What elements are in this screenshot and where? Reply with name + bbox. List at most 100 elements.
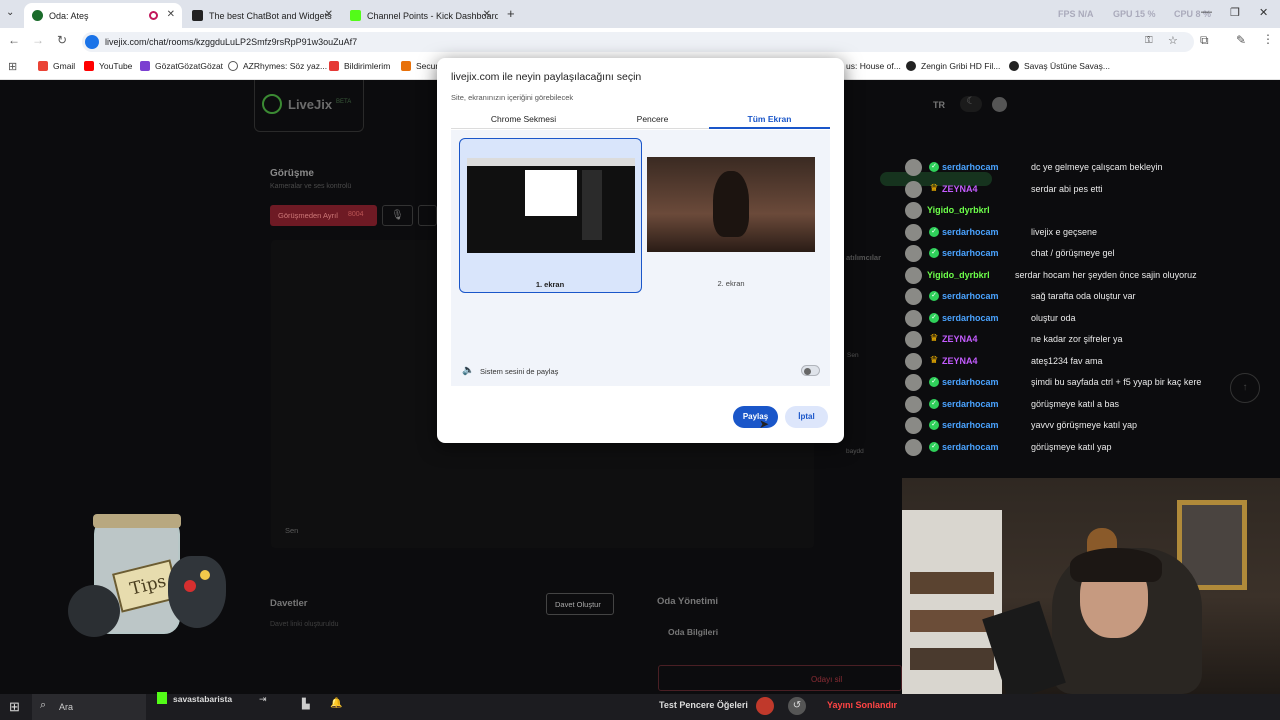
chat-username[interactable]: serdarhocam (942, 377, 999, 387)
user-avatar[interactable] (992, 97, 1007, 112)
verified-badge-icon: ✓ (929, 420, 939, 430)
chat-message: ✓ serdarhocam chat / görüşmeye gel (905, 244, 1275, 262)
record-icon[interactable] (756, 697, 774, 715)
chat-avatar (905, 180, 922, 198)
room-info-link[interactable]: Oda Bilgileri (668, 627, 718, 637)
language-switch[interactable]: TR (933, 100, 945, 110)
books-row (910, 572, 994, 594)
gpu-readout: GPU 15 % (1113, 9, 1156, 19)
chat-username[interactable]: serdarhocam (942, 248, 999, 258)
theme-toggle-icon[interactable]: ☾ (960, 96, 982, 112)
end-stream-button[interactable]: Yayını Sonlandır (827, 700, 897, 710)
chat-message: ✓ serdarhocam görüşmeye katıl yap (905, 438, 1275, 456)
chat-message: ✓ serdarhocam görüşmeye katıl a bas (905, 395, 1275, 413)
thumb-person (713, 171, 749, 237)
replay-icon[interactable]: ↺ (788, 697, 806, 715)
tab-title: Channel Points - Kick Dashboard (367, 10, 498, 21)
leave-meeting-button[interactable]: Görüşmeden Ayrıl 8004 (270, 205, 377, 226)
taskbar-search[interactable]: ⌕ Ara (32, 694, 146, 720)
chat-username[interactable]: ZEYNA4 (942, 184, 978, 194)
chat-username[interactable]: ZEYNA4 (942, 356, 978, 366)
bookmark-gmail[interactable]: Gmail (38, 61, 75, 71)
bookmark-label: YouTube (99, 61, 133, 71)
share-button-label: Paylaş (742, 412, 769, 421)
system-audio-toggle[interactable] (801, 365, 820, 376)
reload-icon[interactable]: ↻ (57, 33, 67, 47)
chat-username[interactable]: serdarhocam (942, 399, 999, 409)
bookmark-youtube[interactable]: YouTube (84, 61, 132, 71)
screen-option-1[interactable]: 1. ekran (459, 138, 642, 293)
dialog-title: livejix.com ile neyin paylaşılacağını se… (451, 71, 642, 83)
eyedropper-icon[interactable]: ✎ (1236, 33, 1246, 47)
create-invite-button[interactable]: Davet Oluştur (546, 593, 614, 615)
test-window-button[interactable]: Test Pencere Öğeleri (659, 700, 748, 710)
meeting-title: Görüşme (270, 168, 314, 179)
cancel-button[interactable]: İptal (785, 406, 828, 428)
close-tab-icon[interactable]: ✕ (167, 9, 175, 20)
chat-avatar (905, 331, 922, 348)
chat-username[interactable]: serdarhocam (942, 227, 999, 237)
chat-avatar (905, 223, 922, 241)
key-icon[interactable]: ⚿ (1145, 35, 1153, 46)
login-icon[interactable]: ⇥ (259, 694, 267, 705)
tab-oda-ates[interactable]: Oda: Ateş ✕ (24, 3, 182, 28)
chat-username[interactable]: serdarhocam (942, 291, 999, 301)
chat-text: ne kadar zor şifreler ya (1031, 334, 1123, 344)
back-icon[interactable]: ← (8, 33, 20, 47)
chat-username[interactable]: Yigido_dyrbkrl (927, 270, 990, 280)
tab-tum-ekran[interactable]: Tüm Ekran (709, 114, 830, 130)
bookmark-bildirimlerim[interactable]: Bildirimlerim (329, 61, 390, 71)
chat-username[interactable]: serdarhocam (942, 313, 999, 323)
new-tab-icon[interactable]: + (507, 6, 515, 21)
camera-button[interactable] (418, 205, 437, 226)
bookmark-azrhymes[interactable]: AZRhymes: Söz yaz... (228, 61, 327, 71)
tab-chrome-sekmesi[interactable]: Chrome Sekmesi (451, 114, 596, 130)
chat-text: serdar hocam her şeyden önce sajin oluyo… (1015, 269, 1197, 280)
bookmark-securi[interactable]: Securi (401, 61, 440, 71)
notification-bell-icon[interactable]: 🔔 (330, 698, 342, 709)
chat-username[interactable]: serdarhocam (942, 442, 999, 452)
bookmark-savas-ustune[interactable]: Savaş Üstüne Savaş... (1009, 61, 1110, 71)
tab-search-icon[interactable]: ⌄ (6, 7, 14, 18)
tab-chatbot[interactable]: The best ChatBot and Widgets ✕ (184, 3, 340, 28)
chat-username[interactable]: serdarhocam (942, 420, 999, 430)
bookmark-house-of[interactable]: us: House of... (846, 61, 901, 71)
screen-2-thumbnail[interactable] (647, 157, 815, 252)
extensions-icon[interactable]: ⧉ (1200, 33, 1209, 48)
stats-icon[interactable]: ▙ (302, 699, 310, 710)
restore-icon[interactable]: ❐ (1230, 6, 1240, 19)
chrome-menu-icon[interactable]: ⋮ (1262, 32, 1274, 46)
tab-kick-dashboard[interactable]: Channel Points - Kick Dashboard ✕ (342, 3, 498, 28)
verified-badge-icon: ✓ (929, 312, 939, 323)
windows-start-icon[interactable]: ⊞ (9, 699, 20, 715)
chat-avatar (905, 288, 922, 305)
bookmark-gozat[interactable]: GözatGözatGözat (140, 61, 223, 71)
umbreon-head (168, 556, 226, 628)
bookmark-star-icon[interactable]: ☆ (1168, 34, 1178, 47)
chat-avatar (905, 266, 922, 284)
share-button[interactable]: Paylaş (733, 406, 778, 428)
recording-icon (149, 11, 158, 20)
bookmark-zengin-gribi[interactable]: Zengin Gribi HD Fil... (906, 61, 1000, 71)
bookmark-label: us: House of... (846, 61, 901, 71)
forward-icon[interactable]: → (32, 33, 44, 47)
bookmark-label: Zengin Gribi HD Fil... (921, 61, 1001, 71)
close-window-icon[interactable]: ✕ (1259, 6, 1268, 19)
address-bar[interactable]: livejix.com/chat/rooms/kzggduLuLP2Smfz9r… (82, 32, 1194, 52)
search-icon: ⌕ (40, 699, 47, 711)
tab-pencere[interactable]: Pencere (596, 114, 709, 130)
chat-username[interactable]: ZEYNA4 (942, 334, 978, 344)
chat-text: ateş1234 fav ama (1031, 355, 1103, 366)
apps-grid-icon[interactable]: ⊞ (8, 60, 17, 73)
video-label: Sen (285, 526, 299, 535)
chat-message: ♛ ZEYNA4 serdar abi pes etti (905, 180, 1275, 198)
chat-username[interactable]: serdarhocam (942, 162, 999, 172)
chat-username[interactable]: Yigido_dyrbkrl (927, 205, 990, 215)
minimize-icon[interactable]: — (1201, 6, 1212, 18)
delete-room-button[interactable]: Odayı sil (658, 665, 902, 691)
books-row (910, 648, 994, 670)
close-tab-icon[interactable]: ✕ (483, 9, 491, 20)
close-tab-icon[interactable]: ✕ (325, 9, 333, 20)
microphone-button[interactable]: 🎙 (382, 205, 413, 226)
verified-badge-icon: ✓ (929, 398, 939, 409)
